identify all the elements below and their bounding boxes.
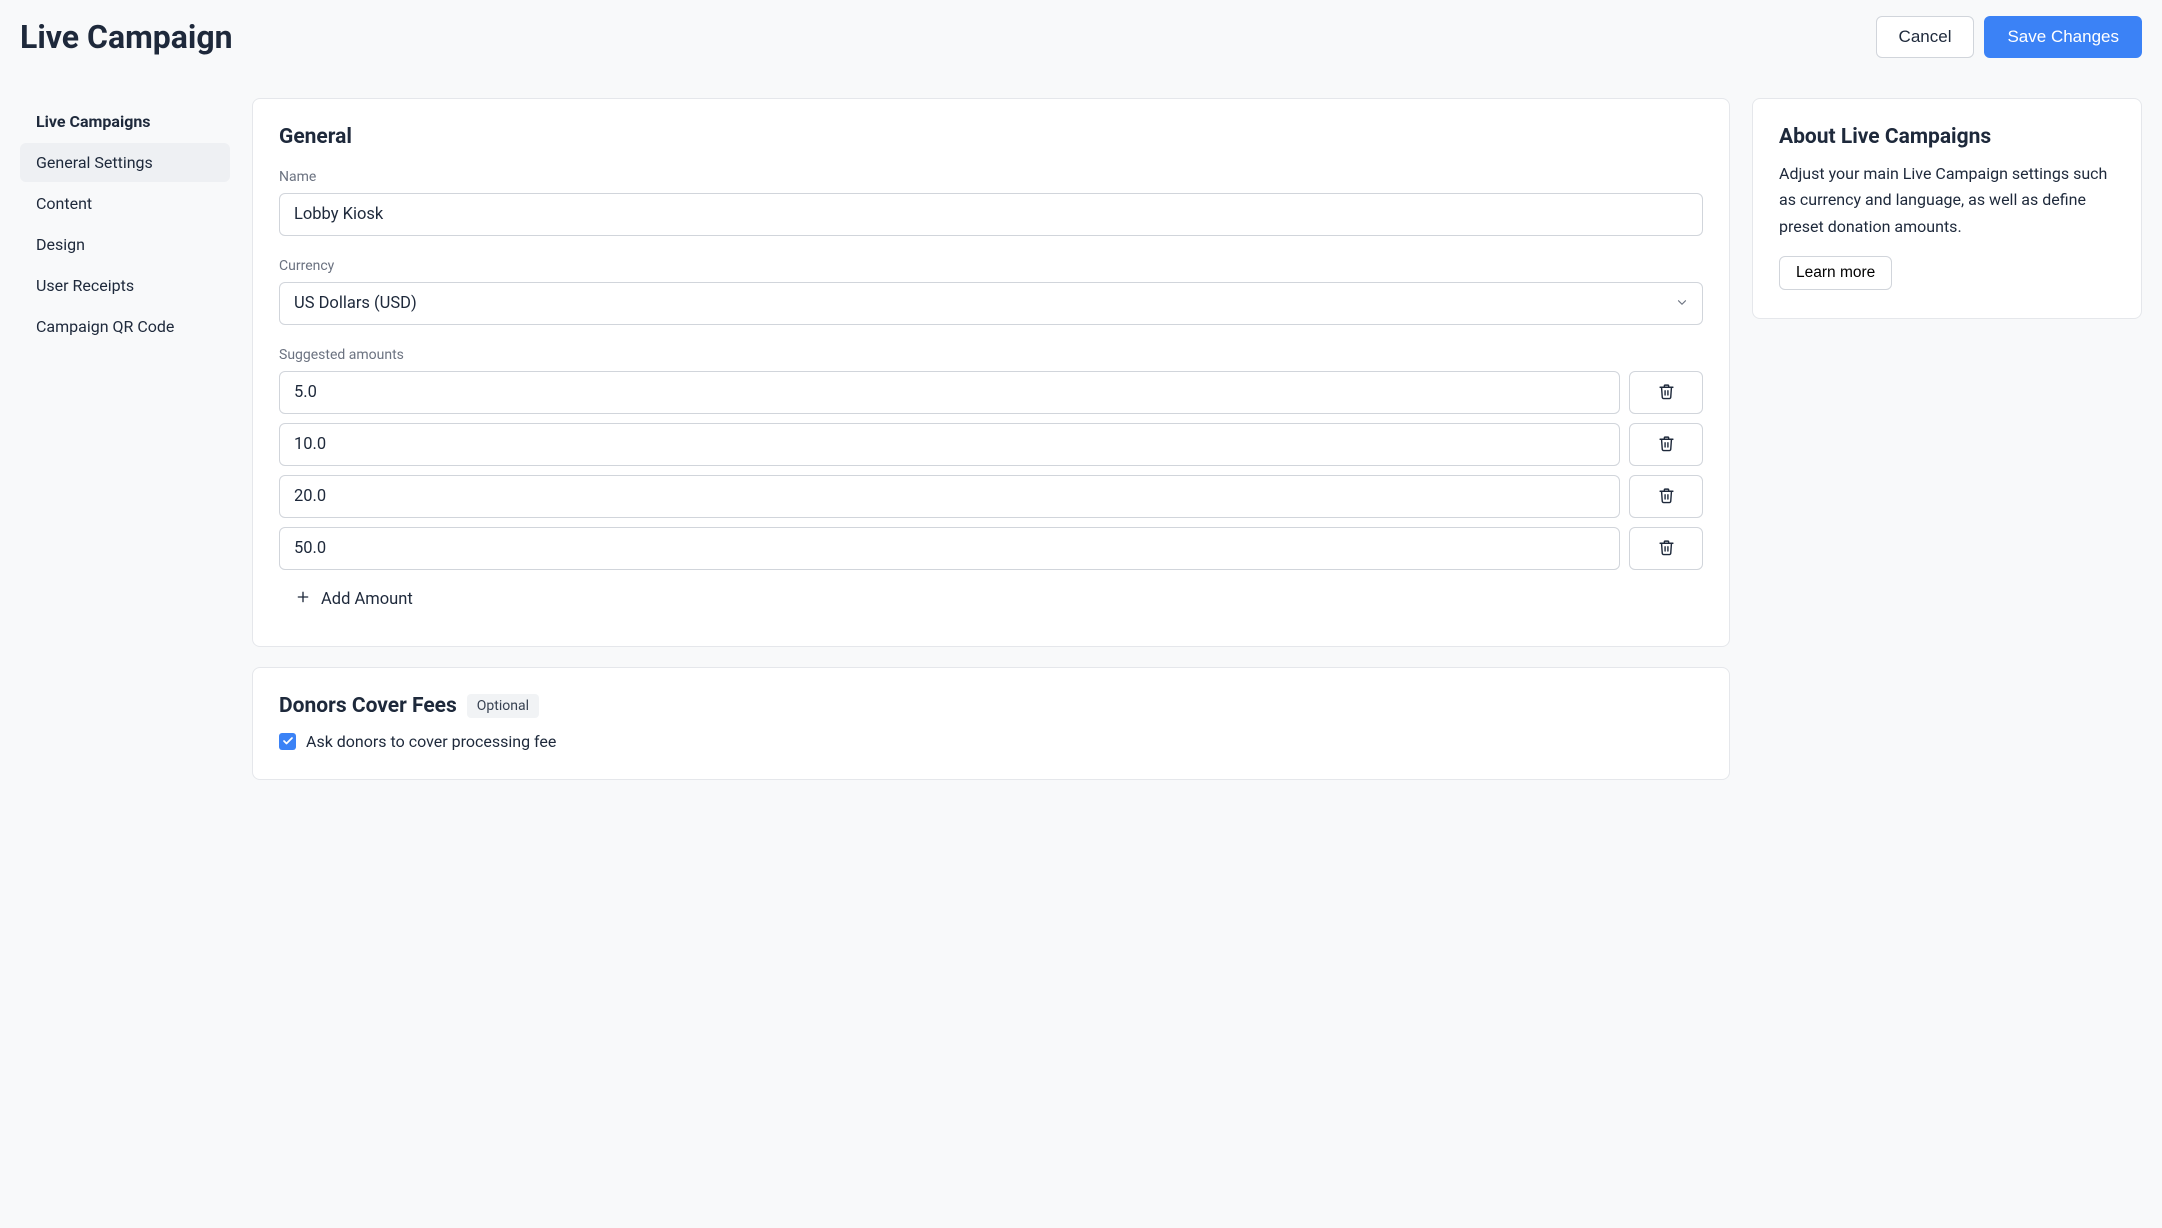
currency-select[interactable]	[279, 282, 1703, 325]
sidebar-item-design[interactable]: Design	[20, 225, 230, 264]
about-heading: About Live Campaigns	[1779, 125, 2115, 149]
trash-icon	[1658, 383, 1675, 403]
trash-icon	[1658, 539, 1675, 559]
sidebar-item-label: Content	[36, 194, 92, 213]
amount-input[interactable]	[279, 527, 1620, 570]
sidebar-item-label: General Settings	[36, 153, 153, 172]
amount-row	[279, 475, 1703, 518]
sidebar-item-campaign-qr-code[interactable]: Campaign QR Code	[20, 307, 230, 346]
learn-more-button[interactable]: Learn more	[1779, 256, 1892, 290]
cover-fee-label: Ask donors to cover processing fee	[306, 732, 556, 751]
name-label: Name	[279, 169, 1703, 185]
general-card: General Name Currency Suggested amo	[252, 98, 1730, 647]
delete-amount-button[interactable]	[1629, 475, 1703, 518]
delete-amount-button[interactable]	[1629, 371, 1703, 414]
plus-icon	[295, 589, 311, 610]
save-changes-button[interactable]: Save Changes	[1984, 16, 2142, 58]
amount-input[interactable]	[279, 475, 1620, 518]
trash-icon	[1658, 487, 1675, 507]
amount-row	[279, 527, 1703, 570]
add-amount-button[interactable]: Add Amount	[279, 581, 429, 618]
general-heading: General	[279, 125, 1703, 149]
name-input[interactable]	[279, 193, 1703, 236]
add-amount-label: Add Amount	[321, 590, 413, 609]
amount-input[interactable]	[279, 423, 1620, 466]
optional-badge: Optional	[467, 694, 539, 718]
sidebar-item-label: Live Campaigns	[36, 112, 151, 131]
sidebar-item-user-receipts[interactable]: User Receipts	[20, 266, 230, 305]
cover-fees-heading: Donors Cover Fees	[279, 694, 457, 718]
currency-label: Currency	[279, 258, 1703, 274]
delete-amount-button[interactable]	[1629, 423, 1703, 466]
amount-row	[279, 423, 1703, 466]
sidebar-item-label: Campaign QR Code	[36, 317, 174, 336]
donors-cover-fees-card: Donors Cover Fees Optional Ask donors to…	[252, 667, 1730, 780]
sidebar-item-content[interactable]: Content	[20, 184, 230, 223]
sidebar-item-label: Design	[36, 235, 85, 254]
sidebar-item-label: User Receipts	[36, 276, 134, 295]
page-title: Live Campaign	[20, 18, 233, 56]
cover-fee-checkbox[interactable]	[279, 733, 296, 750]
header-actions: Cancel Save Changes	[1876, 16, 2142, 58]
delete-amount-button[interactable]	[1629, 527, 1703, 570]
amount-row	[279, 371, 1703, 414]
trash-icon	[1658, 435, 1675, 455]
sidebar-item-general-settings[interactable]: General Settings	[20, 143, 230, 182]
check-icon	[282, 732, 294, 751]
about-card: About Live Campaigns Adjust your main Li…	[1752, 98, 2142, 319]
sidebar-nav: Live Campaigns General Settings Content …	[20, 98, 230, 348]
suggested-amounts-label: Suggested amounts	[279, 347, 1703, 363]
cancel-button[interactable]: Cancel	[1876, 16, 1975, 58]
about-body: Adjust your main Live Campaign settings …	[1779, 161, 2115, 240]
amount-input[interactable]	[279, 371, 1620, 414]
page-header: Live Campaign Cancel Save Changes	[20, 16, 2142, 58]
cover-fee-checkbox-row[interactable]: Ask donors to cover processing fee	[279, 732, 1703, 751]
sidebar-item-live-campaigns: Live Campaigns	[20, 102, 230, 141]
